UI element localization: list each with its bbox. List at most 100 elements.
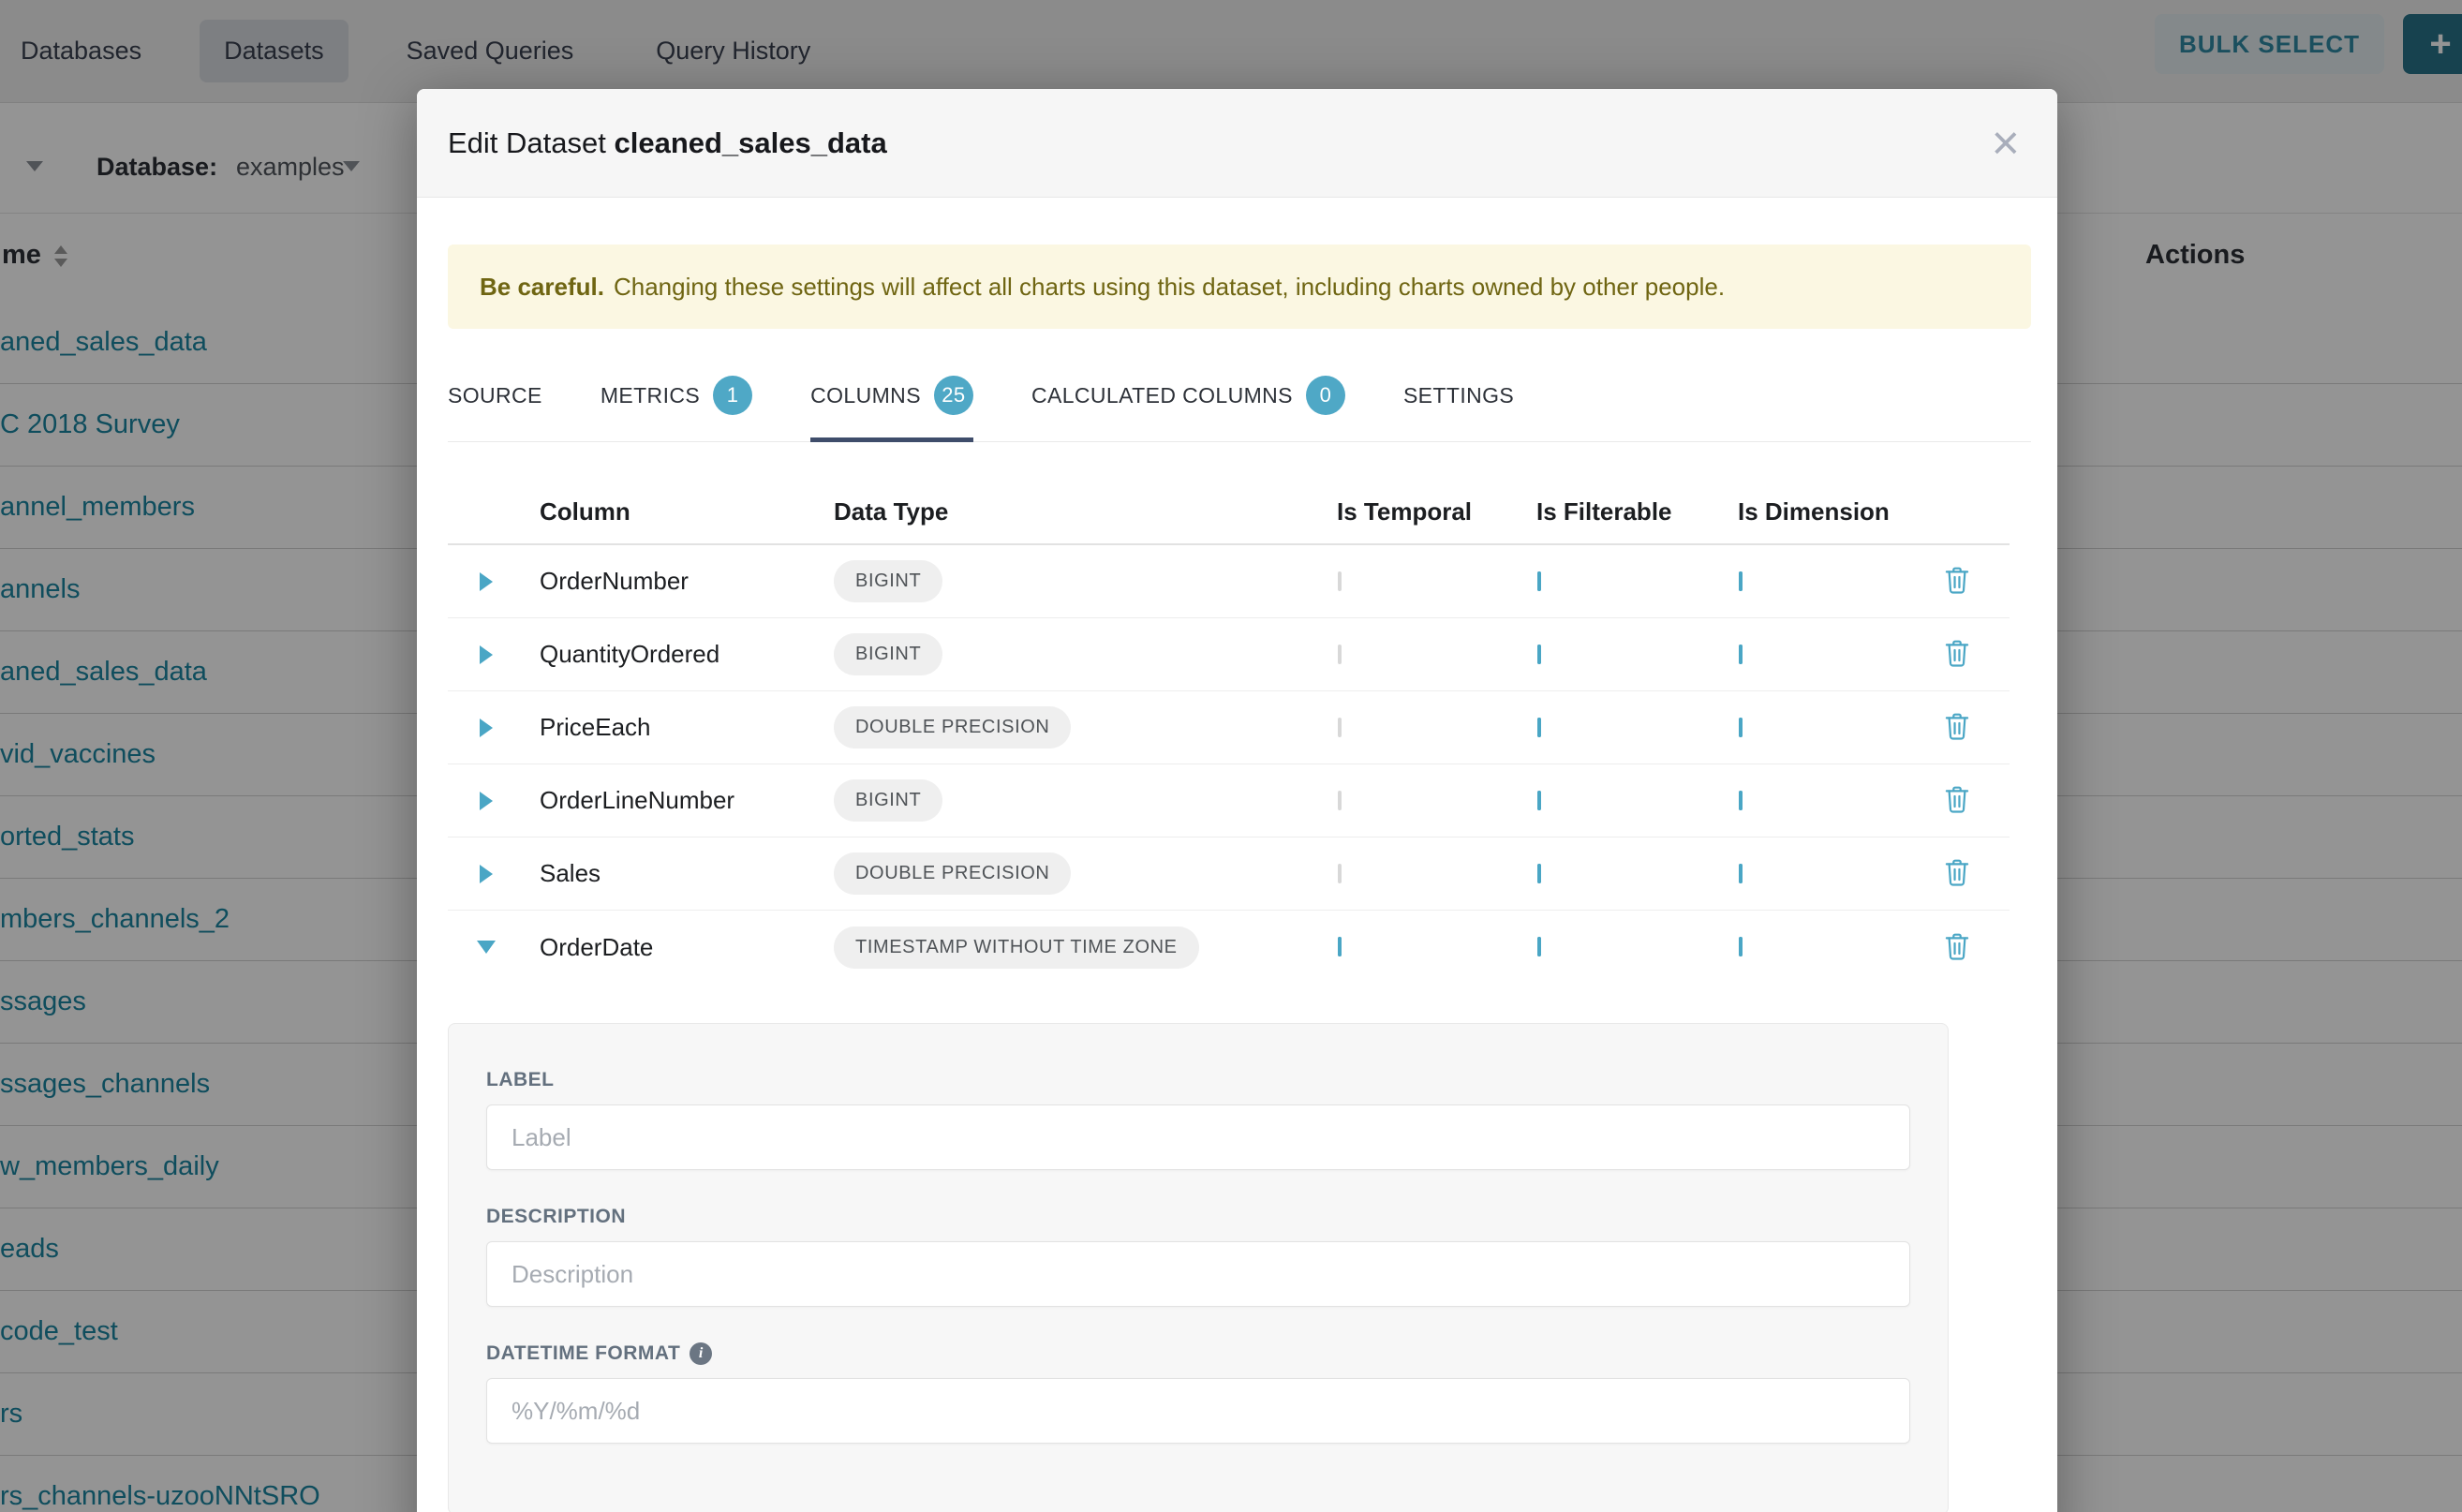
column-row: OrderNumber BIGINT [448,545,2010,618]
expand-caret-icon[interactable] [480,865,493,883]
column-row: OrderLineNumber BIGINT [448,764,2010,838]
column-name: OrderDate [525,933,820,962]
modal-header: Edit Dataset cleaned_sales_data × [417,89,2057,198]
modal-title-prefix: Edit Dataset [448,126,614,159]
description-field-group: DESCRIPTION [486,1206,1910,1307]
trash-icon [1943,857,1971,887]
delete-column-button[interactable] [1943,638,1971,671]
is-filterable-checkbox[interactable] [1537,645,1541,664]
warning-banner: Be careful. Changing these settings will… [448,245,2031,329]
expand-caret-icon[interactable] [480,572,493,591]
column-name: PriceEach [525,713,820,742]
is-temporal-checkbox[interactable] [1338,571,1342,591]
is-filterable-checkbox[interactable] [1537,937,1541,956]
column-name: Sales [525,859,820,888]
datetime-format-field-label: DATETIME FORMAT i [486,1342,1910,1365]
trash-icon [1943,784,1971,814]
tab-label: SETTINGS [1403,383,1514,408]
column-row: OrderDate TIMESTAMP WITHOUT TIME ZONE [448,911,2010,984]
data-type-header: Data Type [820,497,1302,526]
column-header: Column [525,497,820,526]
description-input[interactable] [486,1241,1910,1307]
data-type-pill: BIGINT [834,560,942,602]
modal-body: Be careful. Changing these settings will… [417,198,2057,1512]
screen: Databases Datasets Saved Queries Query H… [0,0,2462,1512]
column-name: QuantityOrdered [525,640,820,669]
is-dimension-checkbox[interactable] [1739,864,1743,883]
tab-label: COLUMNS [810,383,921,408]
warning-text: Changing these settings will affect all … [614,273,1725,302]
column-detail-panel: LABEL DESCRIPTION DATETIME FORMAT i [448,1023,1949,1512]
modal-title: Edit Dataset cleaned_sales_data [448,126,887,160]
is-filterable-checkbox[interactable] [1537,718,1541,737]
tab-calculated-columns[interactable]: CALCULATED COLUMNS 0 [1031,355,1345,442]
is-temporal-checkbox[interactable] [1338,718,1342,737]
tab-count-badge: 1 [713,376,752,415]
info-icon[interactable]: i [690,1342,712,1365]
data-type-pill: TIMESTAMP WITHOUT TIME ZONE [834,926,1199,969]
label-input[interactable] [486,1104,1910,1170]
is-filterable-checkbox[interactable] [1537,864,1541,883]
tab-count-badge: 0 [1306,376,1345,415]
tab-source[interactable]: SOURCE [448,355,542,442]
is-dimension-header: Is Dimension [1703,497,1905,526]
tab-metrics[interactable]: METRICS 1 [601,355,752,442]
is-filterable-checkbox[interactable] [1537,571,1541,591]
warning-bold: Be careful. [480,273,604,302]
delete-column-button[interactable] [1943,857,1971,890]
delete-column-button[interactable] [1943,931,1971,964]
trash-icon [1943,565,1971,595]
column-row: Sales DOUBLE PRECISION [448,838,2010,911]
modal-title-dataset-name: cleaned_sales_data [614,126,886,159]
is-filterable-header: Is Filterable [1502,497,1703,526]
data-type-pill: DOUBLE PRECISION [834,706,1071,749]
delete-column-button[interactable] [1943,784,1971,817]
columns-table-header: Column Data Type Is Temporal Is Filterab… [448,480,2010,545]
tab-count-badge: 25 [934,376,973,415]
is-temporal-header: Is Temporal [1302,497,1502,526]
modal-tabs: SOURCE METRICS 1 COLUMNS 25 CALCULATED COL… [448,355,2031,442]
column-row: PriceEach DOUBLE PRECISION [448,691,2010,764]
data-type-pill: DOUBLE PRECISION [834,852,1071,895]
trash-icon [1943,931,1971,961]
datetime-format-field-group: DATETIME FORMAT i [486,1342,1910,1444]
is-dimension-checkbox[interactable] [1739,791,1743,810]
field-label-text: DATETIME FORMAT [486,1342,680,1365]
delete-column-button[interactable] [1943,565,1971,598]
tab-settings[interactable]: SETTINGS [1403,355,1514,442]
is-temporal-checkbox[interactable] [1338,645,1342,664]
tab-label: METRICS [601,383,700,408]
expand-caret-icon[interactable] [480,645,493,664]
is-dimension-checkbox[interactable] [1739,571,1743,591]
data-type-pill: BIGINT [834,779,942,822]
field-label-text: DESCRIPTION [486,1206,626,1228]
edit-dataset-modal: Edit Dataset cleaned_sales_data × Be car… [417,89,2057,1512]
is-filterable-checkbox[interactable] [1537,791,1541,810]
column-name: OrderLineNumber [525,786,820,815]
is-dimension-checkbox[interactable] [1739,718,1743,737]
field-label-text: LABEL [486,1069,555,1091]
delete-column-button[interactable] [1943,711,1971,744]
columns-table: Column Data Type Is Temporal Is Filterab… [448,480,2010,984]
is-dimension-checkbox[interactable] [1739,937,1743,956]
datetime-format-input[interactable] [486,1378,1910,1444]
label-field-group: LABEL [486,1069,1910,1170]
expand-caret-icon[interactable] [477,941,496,954]
expand-caret-icon[interactable] [480,719,493,737]
is-temporal-checkbox[interactable] [1338,937,1342,956]
tab-label: CALCULATED COLUMNS [1031,383,1293,408]
data-type-pill: BIGINT [834,633,942,675]
tab-columns[interactable]: COLUMNS 25 [810,355,973,442]
is-temporal-checkbox[interactable] [1338,791,1342,810]
expand-caret-icon[interactable] [480,792,493,810]
trash-icon [1943,638,1971,668]
description-field-label: DESCRIPTION [486,1206,1910,1228]
is-temporal-checkbox[interactable] [1338,864,1342,883]
close-icon[interactable]: × [1992,125,2020,162]
tab-label: SOURCE [448,383,542,408]
trash-icon [1943,711,1971,741]
column-row: QuantityOrdered BIGINT [448,618,2010,691]
is-dimension-checkbox[interactable] [1739,645,1743,664]
label-field-label: LABEL [486,1069,1910,1091]
column-name: OrderNumber [525,567,820,596]
